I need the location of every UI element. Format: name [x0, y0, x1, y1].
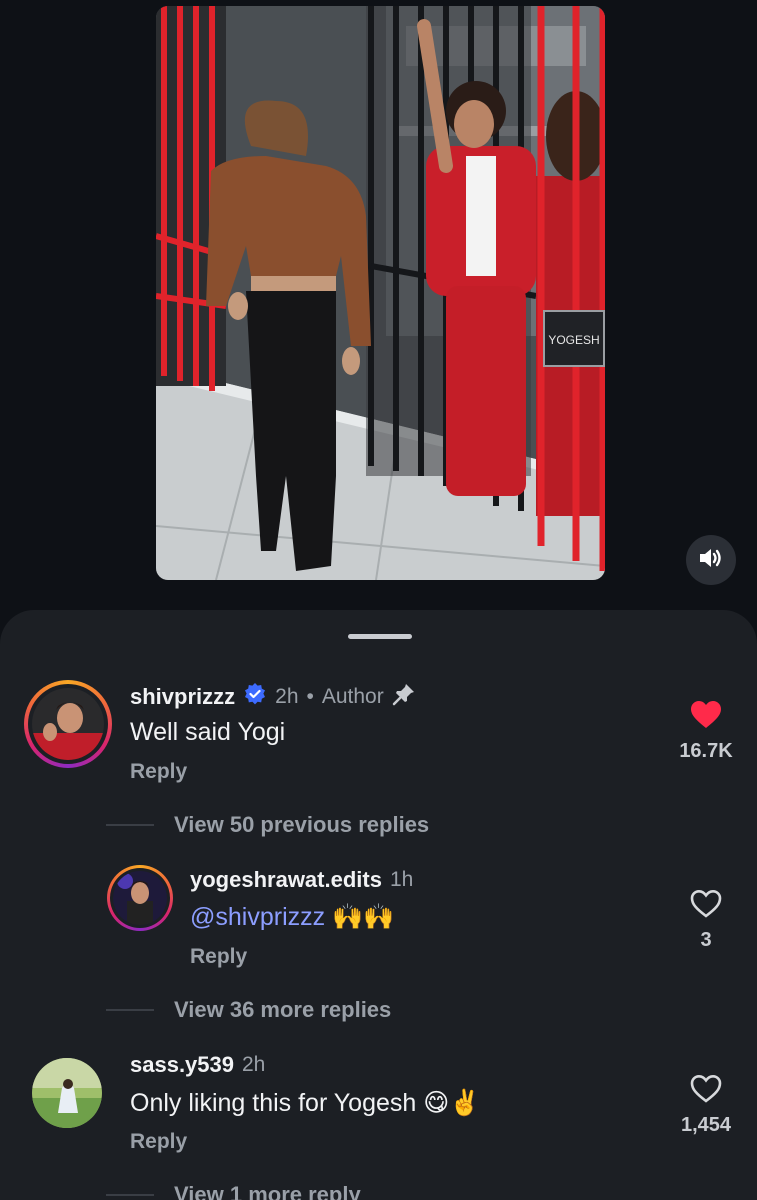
comment-time: 1h	[389, 868, 414, 891]
speaker-volume-icon	[698, 547, 724, 574]
thread-divider	[106, 1194, 154, 1196]
mention-link[interactable]: @shivprizzz	[190, 903, 325, 931]
like-button[interactable]: 1,454	[666, 1074, 746, 1137]
like-button[interactable]: 3	[666, 889, 746, 952]
like-button[interactable]: 16.7K	[666, 700, 746, 763]
view-more-replies-button[interactable]: View 36 more replies	[174, 997, 391, 1023]
comment-username[interactable]: yogeshrawat.edits	[190, 867, 382, 893]
avatar-photo	[32, 688, 104, 760]
reply-item: yogeshrawat.edits 1h @shivprizzz 🙌🙌 Repl…	[0, 865, 757, 975]
author-tag: Author	[321, 684, 384, 708]
verified-badge-icon	[243, 682, 267, 711]
view-previous-replies-button[interactable]: View 50 previous replies	[174, 812, 429, 838]
avatar[interactable]	[107, 865, 173, 931]
thread-divider	[106, 1009, 154, 1011]
comment-username[interactable]: shivprizzz	[130, 684, 235, 710]
video-frame-illustration: YOGESH	[156, 6, 605, 580]
comment-time: 2h	[275, 684, 299, 708]
heart-outline-icon	[690, 1074, 722, 1107]
comment-username[interactable]: sass.y539	[130, 1052, 234, 1078]
avatar[interactable]	[24, 680, 112, 768]
pin-icon	[392, 682, 416, 711]
cage-name-sign: YOGESH	[548, 333, 599, 347]
comment-emoji: 😋✌️	[423, 1089, 481, 1117]
view-one-more-reply-button[interactable]: View 1 more reply	[174, 1182, 361, 1200]
like-count: 1,454	[680, 1114, 732, 1136]
reel-video[interactable]: YOGESH	[156, 6, 605, 580]
comment-item: shivprizzz 2h • Author Well said Yogi Re…	[0, 680, 757, 800]
comment-item: sass.y539 2h Only liking this for Yogesh…	[0, 1050, 757, 1170]
sheet-drag-handle[interactable]	[348, 634, 412, 639]
reply-button[interactable]: Reply	[190, 945, 247, 969]
comment-text-content: Only liking this for Yogesh	[130, 1089, 417, 1117]
comment-emoji: 🙌🙌	[332, 903, 395, 931]
like-count: 16.7K	[679, 740, 733, 762]
sound-toggle-button[interactable]	[686, 535, 736, 585]
avatar-photo	[32, 1058, 102, 1128]
comment-text: Well said Yogi	[130, 718, 286, 746]
meta-separator: •	[306, 684, 314, 708]
heart-outline-icon	[690, 889, 722, 922]
heart-filled-icon	[690, 701, 722, 733]
thread-divider	[106, 824, 154, 826]
reply-button[interactable]: Reply	[130, 760, 187, 784]
reel-video-area: YOGESH	[0, 0, 757, 612]
comment-text: @shivprizzz 🙌🙌	[190, 903, 394, 932]
comment-time: 2h	[242, 1053, 266, 1076]
avatar-photo	[113, 871, 167, 925]
comments-sheet: shivprizzz 2h • Author Well said Yogi Re…	[0, 610, 757, 1200]
comment-text: Only liking this for Yogesh 😋✌️	[130, 1088, 480, 1118]
reply-button[interactable]: Reply	[130, 1130, 187, 1154]
avatar[interactable]	[32, 1058, 102, 1128]
like-count: 3	[700, 929, 712, 951]
